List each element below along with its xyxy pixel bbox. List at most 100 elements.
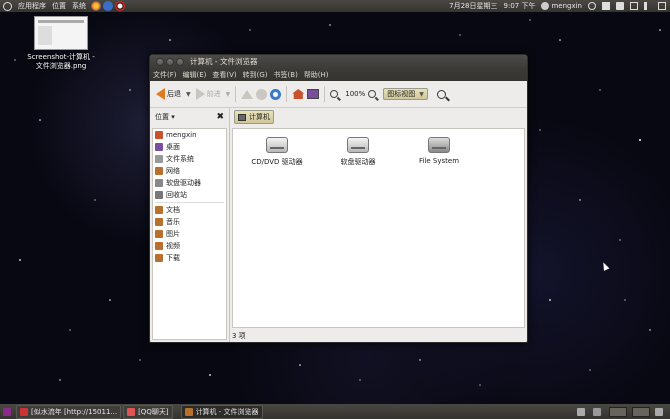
top-panel: 应用程序 位置 系统 7月28日星期三 9:07 下午 mengxin xyxy=(0,0,670,12)
minimize-window-button[interactable] xyxy=(166,57,174,66)
path-label: 计算机 xyxy=(249,113,270,121)
sidebar-item-documents[interactable]: 文档 xyxy=(153,204,226,216)
taskbar-item-browser[interactable]: [似水流年 [http://15011... xyxy=(16,404,122,419)
sidebar-item-music[interactable]: 音乐 xyxy=(153,216,226,228)
sidebar-item-desktop[interactable]: 桌面 xyxy=(153,141,226,153)
sidebar-item-floppy[interactable]: 软盘驱动器 xyxy=(153,177,226,189)
sidebar-item-pictures[interactable]: 图片 xyxy=(153,228,226,240)
menu-go[interactable]: 转到(G) xyxy=(240,70,271,80)
system-tray: 7月28日星期三 9:07 下午 mengxin xyxy=(449,1,670,11)
sidebar-item-videos[interactable]: 视频 xyxy=(153,240,226,252)
app-icon[interactable] xyxy=(593,407,601,416)
menu-system[interactable]: 系统 xyxy=(69,1,89,11)
sidebar-item-label: 软盘驱动器 xyxy=(166,179,201,187)
toolbar-separator xyxy=(286,86,288,102)
back-label: 后退 xyxy=(167,90,181,98)
item-count: 3 项 xyxy=(232,331,246,340)
volume-icon[interactable] xyxy=(644,2,652,10)
bottom-tray xyxy=(577,406,670,417)
home-folder-icon[interactable] xyxy=(292,89,305,99)
network-icon xyxy=(155,167,163,175)
hard-drive-icon xyxy=(428,137,450,153)
trash-icon[interactable] xyxy=(655,407,663,416)
back-button[interactable]: 后退 xyxy=(154,88,183,100)
help-launcher-icon[interactable] xyxy=(103,1,113,11)
window-titlebar[interactable]: 计算机 - 文件浏览器 xyxy=(150,55,527,68)
ubuntu-logo-icon[interactable] xyxy=(3,1,12,11)
file-icon-view[interactable]: CD/DVD 驱动器 软盘驱动器 File System xyxy=(232,128,525,328)
maximize-window-button[interactable] xyxy=(176,57,184,66)
computer-icon[interactable] xyxy=(307,89,320,99)
back-arrow-icon xyxy=(156,88,165,100)
power-icon[interactable] xyxy=(588,2,596,10)
message-icon[interactable] xyxy=(658,2,666,10)
file-item-floppy[interactable]: 软盘驱动器 xyxy=(324,137,392,167)
menu-view[interactable]: 查看(V) xyxy=(209,70,239,80)
sidebar-item-label: mengxin xyxy=(166,131,197,139)
mail-icon[interactable] xyxy=(616,2,624,10)
desktop-file-screenshot[interactable]: Screenshot-计算机 - 文件浏览器.png xyxy=(24,16,98,71)
forward-button[interactable]: 前进 xyxy=(194,88,223,100)
people-icon[interactable] xyxy=(602,2,610,10)
view-mode-select[interactable]: 图标视图 ▼ xyxy=(383,88,428,100)
zoom-in-icon[interactable] xyxy=(368,90,377,98)
places-sidebar: 位置 ▾ ✖ mengxin 桌面 文件系统 网络 软盘驱动器 回收站 文档 音… xyxy=(150,108,230,342)
menu-places[interactable]: 位置 xyxy=(49,1,69,11)
drive-icon xyxy=(155,155,163,163)
file-item-cdrom[interactable]: CD/DVD 驱动器 xyxy=(243,137,311,167)
app-icon[interactable] xyxy=(577,407,585,416)
menu-file[interactable]: 文件(F) xyxy=(150,70,180,80)
sidebar-item-label: 回收站 xyxy=(166,191,187,199)
chevron-down-icon: ▼ xyxy=(419,90,424,98)
forward-history-dropdown[interactable]: ▼ xyxy=(226,91,231,98)
qq-icon xyxy=(127,407,136,416)
qq-launcher-icon[interactable] xyxy=(115,1,125,11)
path-button-computer[interactable]: 计算机 xyxy=(234,110,274,124)
reload-icon[interactable] xyxy=(270,88,282,100)
sidebar-item-downloads[interactable]: 下载 xyxy=(153,252,226,264)
menu-applications[interactable]: 应用程序 xyxy=(15,1,49,11)
show-desktop-icon[interactable] xyxy=(3,407,11,416)
user-menu[interactable]: mengxin xyxy=(541,2,582,10)
battery-icon[interactable] xyxy=(630,2,638,10)
file-item-filesystem[interactable]: File System xyxy=(405,137,473,165)
taskbar-item-qq[interactable]: [QQ聊天] xyxy=(123,404,173,419)
sidebar-header: 位置 ▾ ✖ xyxy=(150,108,229,126)
sidebar-item-label: 文档 xyxy=(166,206,180,214)
location-bar: 计算机 xyxy=(230,108,527,126)
toolbar-separator xyxy=(235,86,237,102)
menu-help[interactable]: 帮助(H) xyxy=(301,70,332,80)
sidebar-item-label: 文件系统 xyxy=(166,155,194,163)
zoom-level[interactable]: 100% xyxy=(345,90,365,98)
workspace-switcher[interactable] xyxy=(609,406,627,417)
desktop-file-label-line2: 文件浏览器.png xyxy=(35,62,87,70)
sidebar-item-label: 图片 xyxy=(166,230,180,238)
workspace-switcher[interactable] xyxy=(632,406,650,417)
file-pane: 计算机 CD/DVD 驱动器 软盘驱动器 File System 3 项 xyxy=(230,108,527,342)
sidebar-item-home[interactable]: mengxin xyxy=(153,129,226,141)
computer-icon xyxy=(238,113,246,121)
zoom-out-icon[interactable] xyxy=(330,90,339,98)
sidebar-mode-select[interactable]: 位置 ▾ xyxy=(155,112,175,122)
taskbar-item-file-browser[interactable]: 计算机 - 文件浏览器 xyxy=(180,404,263,419)
desktop-file-label-line1: Screenshot-计算机 - xyxy=(27,53,95,61)
close-window-button[interactable] xyxy=(156,57,164,66)
close-sidebar-icon[interactable]: ✖ xyxy=(216,112,224,122)
stop-icon[interactable] xyxy=(256,88,268,100)
menu-edit[interactable]: 编辑(E) xyxy=(180,70,210,80)
sidebar-item-filesystem[interactable]: 文件系统 xyxy=(153,153,226,165)
menu-bookmarks[interactable]: 书签(B) xyxy=(271,70,301,80)
optical-drive-icon xyxy=(266,137,288,153)
sidebar-item-trash[interactable]: 回收站 xyxy=(153,189,226,201)
firefox-launcher-icon[interactable] xyxy=(91,1,101,11)
places-list: mengxin 桌面 文件系统 网络 软盘驱动器 回收站 文档 音乐 图片 视频… xyxy=(152,128,227,340)
sidebar-item-network[interactable]: 网络 xyxy=(153,165,226,177)
back-history-dropdown[interactable]: ▼ xyxy=(186,91,191,98)
file-browser-window: 计算机 - 文件浏览器 文件(F) 编辑(E) 查看(V) 转到(G) 书签(B… xyxy=(149,54,528,343)
up-arrow-icon[interactable] xyxy=(241,89,254,99)
clock-time[interactable]: 9:07 下午 xyxy=(504,1,536,11)
clock-date[interactable]: 7月28日星期三 xyxy=(449,1,497,11)
search-icon[interactable] xyxy=(436,89,446,99)
content-area: 位置 ▾ ✖ mengxin 桌面 文件系统 网络 软盘驱动器 回收站 文档 音… xyxy=(150,108,527,342)
window-menubar: 文件(F) 编辑(E) 查看(V) 转到(G) 书签(B) 帮助(H) xyxy=(150,68,527,81)
